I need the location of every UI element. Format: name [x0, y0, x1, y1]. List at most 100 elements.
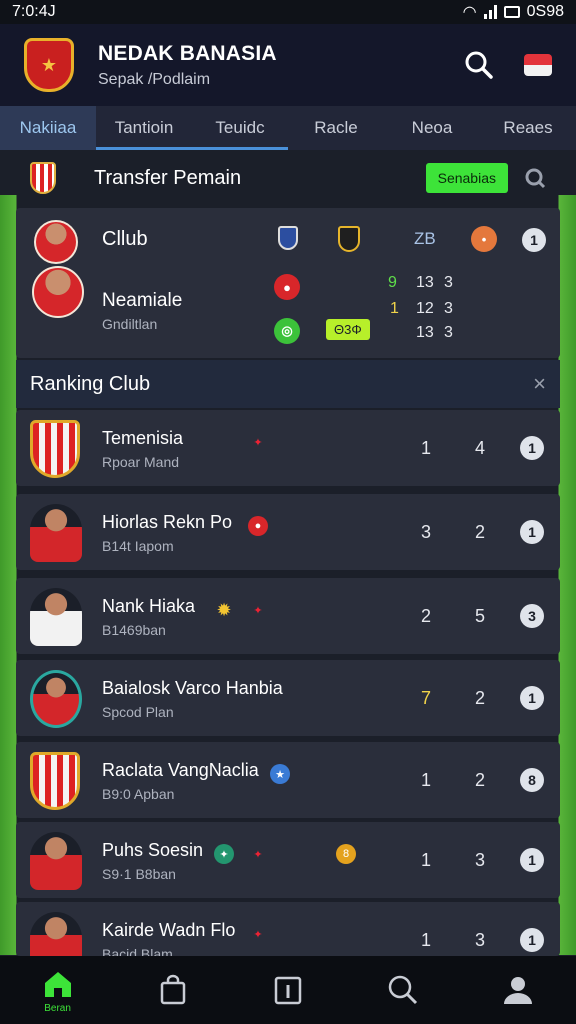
transfer-tag[interactable]: Θ3Φ	[326, 319, 370, 340]
rank-value-2: 2	[474, 688, 485, 708]
star-badge-icon: ★	[270, 764, 290, 784]
home-icon	[44, 971, 71, 997]
player-sub: Gndiltlan	[102, 316, 158, 332]
app-title: NEDAK BANASIA	[98, 41, 277, 65]
player-photo	[30, 912, 88, 956]
club-sub: Spcod Plan	[102, 704, 174, 720]
rank-value-2: 2	[474, 770, 485, 790]
rank-value-2: 5	[474, 606, 485, 626]
stat-value: 9	[388, 274, 397, 291]
info-icon[interactable]: 1	[520, 520, 544, 544]
transfer-action-button[interactable]: Senabias	[425, 163, 508, 193]
club-sub: B9:0 Apban	[102, 786, 175, 802]
nav-home[interactable]: Beran	[0, 956, 115, 1024]
tab-4[interactable]: Neoa	[384, 106, 480, 150]
stat-value: 3	[444, 324, 453, 341]
rank-value-1: 1	[420, 930, 431, 950]
info-icon[interactable]: 1	[520, 928, 544, 952]
player-name: Neamiale	[102, 290, 183, 311]
app-subtitle: Sepak /Podlaim	[98, 70, 211, 88]
ranking-row[interactable]: Hiorlas Rekn Po B14t Iapom ● 3 2 1	[16, 494, 560, 570]
tab-1[interactable]: Tantioin	[96, 106, 192, 150]
rank-value-2: 3	[474, 930, 485, 950]
club-name: Puhs Soesin	[102, 840, 204, 860]
transfer-card[interactable]: Cllub ZB • 1 Neamiale Gndiltlan ● ◎ Θ3Φ …	[16, 208, 560, 358]
status-bar: 7:0:4J ◠ 0S98	[0, 0, 576, 24]
close-icon[interactable]: ×	[533, 371, 546, 397]
bag-icon	[160, 974, 186, 1005]
rank-value-2: 4	[474, 438, 485, 458]
teal-badge-icon: ✦	[214, 844, 234, 864]
club-sub: S9·1 B8ban	[102, 866, 176, 882]
nav-shop[interactable]	[115, 956, 230, 1024]
tab-0[interactable]: Nakiiaa	[0, 106, 96, 150]
rank-value-1: 1	[420, 438, 431, 458]
search-small-icon[interactable]	[524, 167, 546, 189]
player-photo	[30, 832, 88, 890]
wifi-icon: ◠	[462, 4, 477, 21]
club-sub: Rpoar Mand	[102, 454, 180, 470]
club-sub: B14t Iapom	[102, 538, 174, 554]
info-icon[interactable]: 1	[520, 436, 544, 460]
red-badge-icon: ●	[248, 516, 268, 536]
tab-2[interactable]: Teuidc	[192, 106, 288, 150]
green-badge-icon[interactable]: ◎	[274, 318, 300, 344]
transfer-header: Transfer Pemain Senabias	[16, 150, 560, 206]
tab-bar: Nakiiaa Tantioin Teuidc Racle Neoa Reaes	[0, 106, 576, 150]
rank-value-1: 7	[420, 688, 431, 708]
red-badge-icon[interactable]: ●	[274, 274, 300, 300]
orange-badge-icon: 8	[336, 844, 356, 864]
rank-value-1: 1	[420, 850, 431, 870]
tab-3[interactable]: Racle	[288, 106, 384, 150]
info-icon[interactable]: 1	[522, 228, 546, 252]
ranking-row[interactable]: Temenisia Rpoar Mand ✦ 1 4 1	[16, 410, 560, 486]
club-label: Cllub	[102, 228, 148, 250]
sun-badge-icon: ✹	[216, 599, 232, 620]
score-label: ZB	[414, 229, 436, 248]
search-icon	[388, 975, 418, 1005]
club-name: Temenisia	[102, 428, 184, 448]
info-icon[interactable]: 8	[520, 768, 544, 792]
ranking-row[interactable]: Puhs Soesin S9·1 B8ban ✦ ✦ 8 1 3 1	[16, 822, 560, 898]
player-avatar-2	[32, 266, 84, 318]
wing-badge-icon: ✦	[253, 928, 263, 941]
ranking-row[interactable]: Nank Hiaka B1469ban ✹ ✦ 2 5 3	[16, 578, 560, 654]
status-time: 7:0:4J	[12, 3, 56, 20]
info-icon[interactable]: 3	[520, 604, 544, 628]
player-photo	[30, 504, 88, 562]
info-icon[interactable]: 1	[520, 848, 544, 872]
ranking-title: Ranking Club	[30, 372, 151, 395]
app-header: ★ NEDAK BANASIA Sepak /Podlaim	[0, 24, 576, 106]
stat-value: 13	[416, 324, 434, 341]
stat-value: 3	[444, 274, 453, 291]
rank-value-1: 3	[420, 522, 431, 542]
ranking-row[interactable]: Kairde Wadn Flo Bacid Blam ✦ 1 3 1	[16, 902, 560, 956]
club-name: Hiorlas Rekn Po	[102, 512, 233, 532]
wing-badge-icon: ✦	[253, 436, 263, 449]
status-right-text: 0S98	[526, 3, 564, 20]
app-logo: ★	[24, 38, 74, 92]
club-name: Raclata VangNaclia	[102, 760, 259, 780]
nav-search[interactable]	[346, 956, 461, 1024]
flag-icon[interactable]	[524, 54, 552, 76]
stat-value: 12	[416, 300, 434, 317]
ranking-row[interactable]: Raclata VangNaclia B9:0 Apban ★ 1 2 8	[16, 742, 560, 818]
tab-5[interactable]: Reaes	[480, 106, 576, 150]
club-sub: Bacid Blam	[102, 946, 173, 956]
rank-value-1: 1	[420, 770, 431, 790]
nav-home-label: Beran	[44, 1002, 71, 1014]
battery-icon	[503, 6, 520, 18]
rank-value-2: 3	[474, 850, 485, 870]
info-icon[interactable]: 1	[520, 686, 544, 710]
club-crest-icon	[30, 162, 56, 194]
ranking-row[interactable]: Baialosk Varco Hanbia Spcod Plan 7 2 1	[16, 660, 560, 736]
stat-value: 13	[416, 274, 434, 291]
transfer-title: Transfer Pemain	[94, 166, 242, 189]
nav-profile[interactable]	[461, 956, 576, 1024]
search-icon[interactable]	[464, 50, 494, 80]
player-photo	[30, 670, 88, 728]
nav-book[interactable]	[230, 956, 345, 1024]
wing-badge-icon: ✦	[253, 848, 263, 861]
bottom-nav: Beran	[0, 956, 576, 1024]
wing-badge-icon: ✦	[253, 604, 263, 617]
